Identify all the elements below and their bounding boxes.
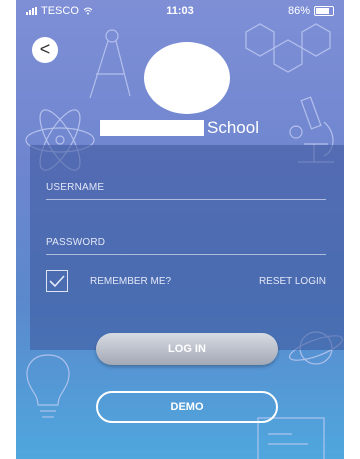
login-button[interactable]: LOG IN [96, 333, 278, 365]
username-label: USERNAME [46, 182, 105, 193]
status-right: 86% [288, 5, 334, 17]
compass-icon [89, 29, 131, 99]
lightbulb-icon [26, 354, 70, 418]
reset-login-link[interactable]: RESET LOGIN [259, 276, 326, 287]
demo-button[interactable]: DEMO [96, 391, 278, 423]
remember-row: REMEMBER ME? RESET LOGIN [46, 268, 326, 294]
molecule-icon [245, 23, 331, 73]
back-arrow-icon: < [39, 39, 51, 59]
school-logo [144, 42, 230, 114]
remember-me-checkbox[interactable] [46, 270, 68, 292]
app-screen: TESCO 11:03 86% < School USERNAME PASSWO… [16, 0, 344, 459]
password-label: PASSWORD [46, 237, 106, 248]
battery-percent: 86% [287, 5, 310, 17]
status-bar: TESCO 11:03 86% [16, 0, 344, 22]
password-field[interactable]: PASSWORD [46, 230, 326, 255]
battery-icon [314, 6, 334, 16]
username-field[interactable]: USERNAME [46, 175, 326, 200]
school-title: School [100, 118, 259, 138]
remember-me-label: REMEMBER ME? [90, 276, 172, 287]
back-button[interactable]: < [32, 37, 58, 63]
school-name-label: School [207, 118, 259, 137]
redacted-school-name [100, 120, 204, 136]
checkmark-icon [49, 275, 65, 288]
